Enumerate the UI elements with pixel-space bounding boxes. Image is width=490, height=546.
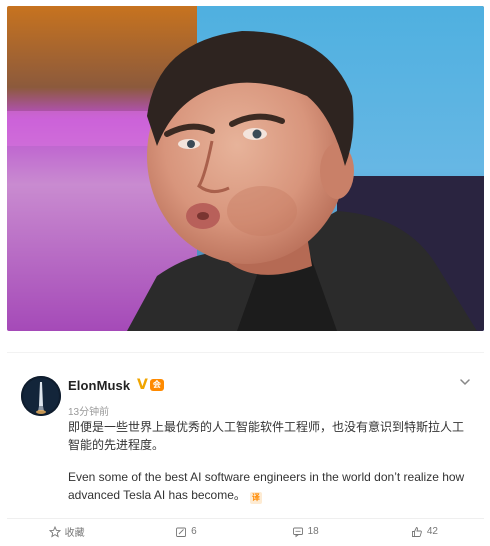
post-timestamp: 13分钟前 <box>68 407 110 418</box>
badges: V 会 <box>137 377 164 393</box>
post-text-zh: 即便是一些世界上最优秀的人工智能软件工程师，也没有意识到特斯拉人工智能的先进程度… <box>68 420 465 452</box>
member-badge-icon: 会 <box>149 379 164 391</box>
username[interactable]: ElonMusk <box>68 378 130 393</box>
post-text-en: Even some of the best AI software engine… <box>68 468 473 504</box>
post-image[interactable] <box>7 6 484 331</box>
translate-icon[interactable]: 译 <box>249 492 262 504</box>
repost-icon <box>176 527 187 537</box>
avatar[interactable] <box>21 376 61 416</box>
comment-button[interactable]: 18 <box>246 519 365 544</box>
verified-badge-icon: V <box>137 377 148 393</box>
post-body: 即便是一些世界上最优秀的人工智能软件工程师，也没有意识到特斯拉人工智能的先进程度… <box>68 418 473 504</box>
comment-icon <box>292 527 303 537</box>
rocket-avatar-icon <box>21 376 61 416</box>
star-icon <box>48 525 61 537</box>
chevron-down-icon <box>460 379 470 386</box>
like-count: 42 <box>426 526 438 537</box>
like-button[interactable]: 42 <box>365 519 484 544</box>
repost-count: 6 <box>191 526 197 537</box>
comment-count: 18 <box>307 526 319 537</box>
more-options-button[interactable] <box>458 375 472 389</box>
repost-button[interactable]: 6 <box>126 519 245 544</box>
spacer <box>0 331 490 351</box>
weibo-post: ElonMusk V 会 13分钟前 即便是一些世界上最优秀的人工智能软件工程师… <box>7 352 484 543</box>
portrait-image <box>7 6 484 331</box>
post-text-en-content: Even some of the best AI software engine… <box>68 470 465 502</box>
action-bar: 收藏 6 18 42 <box>7 518 484 544</box>
favorite-label: 收藏 <box>64 528 85 539</box>
thumbs-up-icon <box>411 526 422 537</box>
favorite-button[interactable]: 收藏 <box>7 519 126 544</box>
